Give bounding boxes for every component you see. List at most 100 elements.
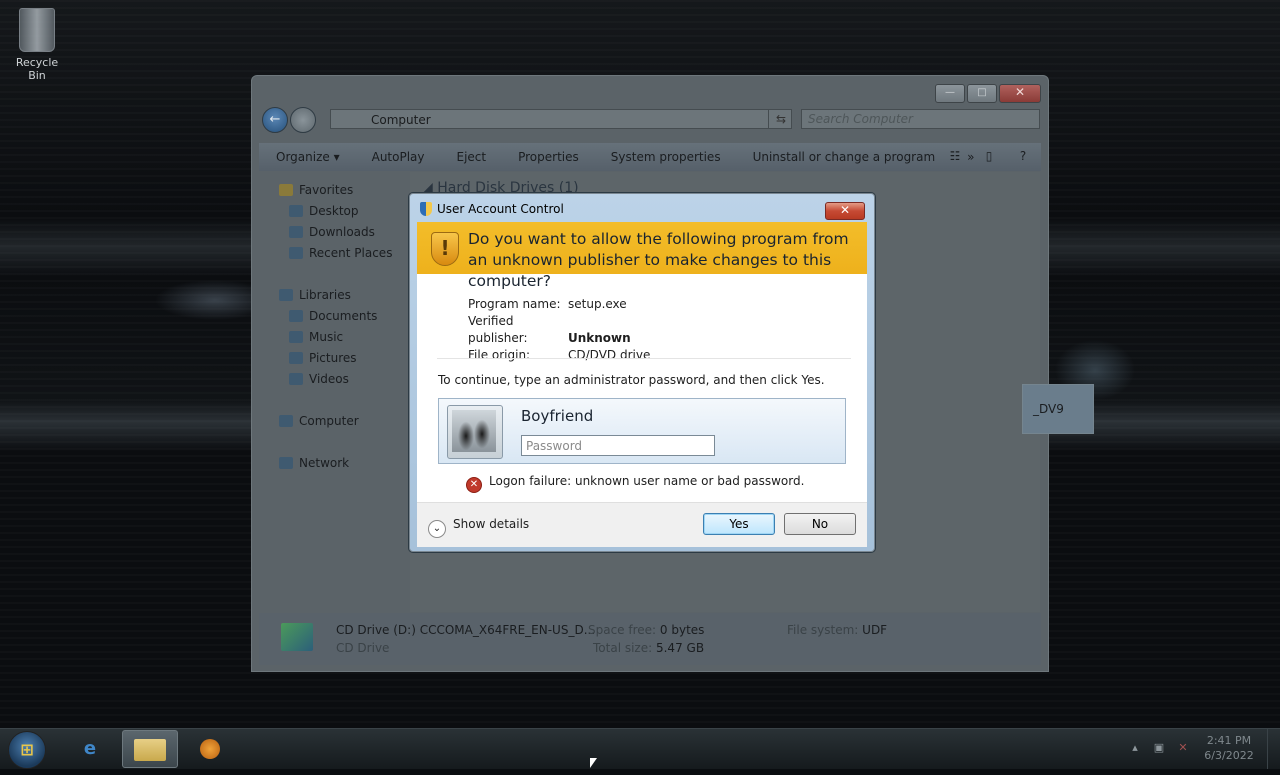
show-desktop-button[interactable]: [1267, 729, 1280, 769]
nav-downloads[interactable]: Downloads: [289, 225, 375, 239]
libraries-icon: [279, 289, 293, 301]
program-name-label: Program name:: [468, 297, 561, 311]
recent-places-icon: [289, 247, 303, 259]
star-icon: [279, 184, 293, 196]
windows-explorer-taskbar-button[interactable]: [122, 730, 178, 768]
clock[interactable]: 2:41 PM 6/3/2022: [1200, 733, 1258, 763]
mouse-cursor-icon: [590, 758, 597, 768]
recycle-bin-label: Recycle Bin: [15, 56, 59, 82]
password-input[interactable]: [521, 435, 715, 456]
nav-libraries[interactable]: Libraries: [279, 288, 351, 302]
no-button[interactable]: No: [784, 513, 856, 535]
system-tray: ▴ ▣ ✕ 2:41 PM 6/3/2022: [1128, 733, 1258, 763]
uac-shield-icon: [420, 202, 432, 216]
warning-shield-icon: !: [431, 232, 459, 266]
uac-warning-banner: ! Do you want to allow the following pro…: [417, 222, 867, 290]
computer-icon: [279, 415, 293, 427]
recycle-bin-icon: [19, 8, 55, 52]
show-details-toggle[interactable]: ⌄ Show details: [428, 517, 529, 538]
navigation-bar: ← Computer ⇆ Search Computer: [260, 106, 1040, 134]
music-icon: [289, 331, 303, 343]
search-input[interactable]: Search Computer: [801, 109, 1040, 129]
back-arrow-icon[interactable]: ←: [262, 107, 288, 133]
preview-pane-icon[interactable]: ▯: [981, 148, 997, 164]
command-bar: Organize ▾ AutoPlay Eject Properties Sys…: [259, 143, 1041, 171]
origin-label: File origin:: [468, 348, 531, 362]
desktop-icon: [289, 205, 303, 217]
show-hidden-icons-arrow[interactable]: ▴: [1128, 741, 1142, 755]
user-picture-icon: [452, 410, 496, 452]
navigation-pane: Favorites Desktop Downloads Recent Place…: [259, 172, 409, 612]
help-icon[interactable]: ?: [1015, 148, 1031, 164]
uac-close-button[interactable]: ✕: [825, 202, 865, 220]
avatar: [447, 405, 503, 459]
uac-title: User Account Control: [437, 202, 564, 216]
eject-button[interactable]: Eject: [440, 150, 502, 164]
password-prompt: To continue, type an administrator passw…: [438, 373, 825, 387]
nav-desktop[interactable]: Desktop: [289, 204, 359, 218]
clock-time: 2:41 PM: [1206, 734, 1252, 747]
nav-favorites[interactable]: Favorites: [279, 183, 353, 197]
media-player-logo-icon: [200, 739, 220, 759]
organize-button[interactable]: Organize ▾: [259, 150, 355, 164]
system-properties-button[interactable]: System properties: [594, 150, 736, 164]
drive-tile[interactable]: _DV9: [1022, 384, 1094, 434]
maximize-button[interactable]: □: [967, 84, 997, 103]
properties-button[interactable]: Properties: [501, 150, 594, 164]
nav-recent-places[interactable]: Recent Places: [289, 246, 392, 260]
logon-error: ✕ Logon failure: unknown user name or bad…: [467, 474, 804, 492]
documents-icon: [289, 310, 303, 322]
space-free: Space free: 0 bytes: [588, 623, 705, 637]
drive-name: CD Drive (D:) CCCOMA_X64FRE_EN-US_D...: [336, 623, 596, 637]
origin-value: CD/DVD drive: [568, 348, 651, 362]
autoplay-button[interactable]: AutoPlay: [355, 150, 440, 164]
folder-icon: [134, 739, 166, 761]
error-message: Logon failure: unknown user name or bad …: [489, 474, 805, 488]
address-bar[interactable]: Computer: [330, 109, 792, 129]
nav-videos[interactable]: Videos: [289, 372, 349, 386]
address-text: Computer: [371, 113, 431, 127]
chevron-down-icon: ⌄: [428, 520, 446, 538]
view-options-icon[interactable]: ☷: [947, 148, 963, 164]
nav-documents[interactable]: Documents: [289, 309, 377, 323]
nav-music[interactable]: Music: [289, 330, 343, 344]
uac-title-bar: User Account Control: [420, 202, 564, 216]
videos-icon: [289, 373, 303, 385]
pictures-icon: [289, 352, 303, 364]
nav-network[interactable]: Network: [279, 456, 349, 470]
close-button[interactable]: ✕: [999, 84, 1041, 103]
publisher-value: Unknown: [568, 331, 631, 345]
uninstall-program-button[interactable]: Uninstall or change a program: [736, 150, 951, 164]
recycle-bin-shortcut[interactable]: Recycle Bin: [6, 6, 68, 82]
minimize-button[interactable]: —: [935, 84, 965, 103]
network-icon: [279, 457, 293, 469]
nav-pictures[interactable]: Pictures: [289, 351, 357, 365]
program-info: Program name: setup.exe Verified publishe…: [468, 296, 650, 364]
start-button[interactable]: ⊞: [8, 731, 46, 769]
forward-arrow-icon[interactable]: [290, 107, 316, 133]
uac-body: ! Do you want to allow the following pro…: [417, 222, 867, 547]
details-pane: CD Drive (D:) CCCOMA_X64FRE_EN-US_D... C…: [259, 613, 1041, 665]
taskbar: ⊞ e ▴ ▣ ✕ 2:41 PM 6/3/2022: [0, 728, 1280, 769]
error-icon: ✕: [467, 478, 481, 492]
total-size: Total size: 5.47 GB: [593, 641, 705, 655]
downloads-icon: [289, 226, 303, 238]
user-name: Boyfriend: [521, 407, 594, 425]
cd-drive-icon: [281, 623, 313, 651]
uac-question: Do you want to allow the following progr…: [468, 230, 849, 290]
nav-computer[interactable]: Computer: [279, 414, 359, 428]
media-player-icon[interactable]: [182, 730, 238, 768]
volume-muted-icon[interactable]: ✕: [1176, 741, 1190, 755]
file-system: File system: UDF: [787, 623, 888, 637]
credential-tile: Boyfriend: [438, 398, 846, 464]
uac-footer: ⌄ Show details Yes No: [417, 502, 867, 547]
refresh-icon[interactable]: ⇆: [768, 109, 793, 129]
uac-dialog: User Account Control ✕ ! Do you want to …: [409, 193, 875, 552]
publisher-label: Verified publisher:: [468, 314, 528, 345]
yes-button[interactable]: Yes: [703, 513, 775, 535]
network-tray-icon[interactable]: ▣: [1152, 741, 1166, 755]
desktop-background: Recycle Bin — □ ✕ ← Computer ⇆ Search Co…: [0, 0, 1280, 728]
show-details-label: Show details: [453, 517, 530, 531]
internet-explorer-icon[interactable]: e: [62, 730, 118, 768]
clock-date: 6/3/2022: [1204, 749, 1254, 762]
